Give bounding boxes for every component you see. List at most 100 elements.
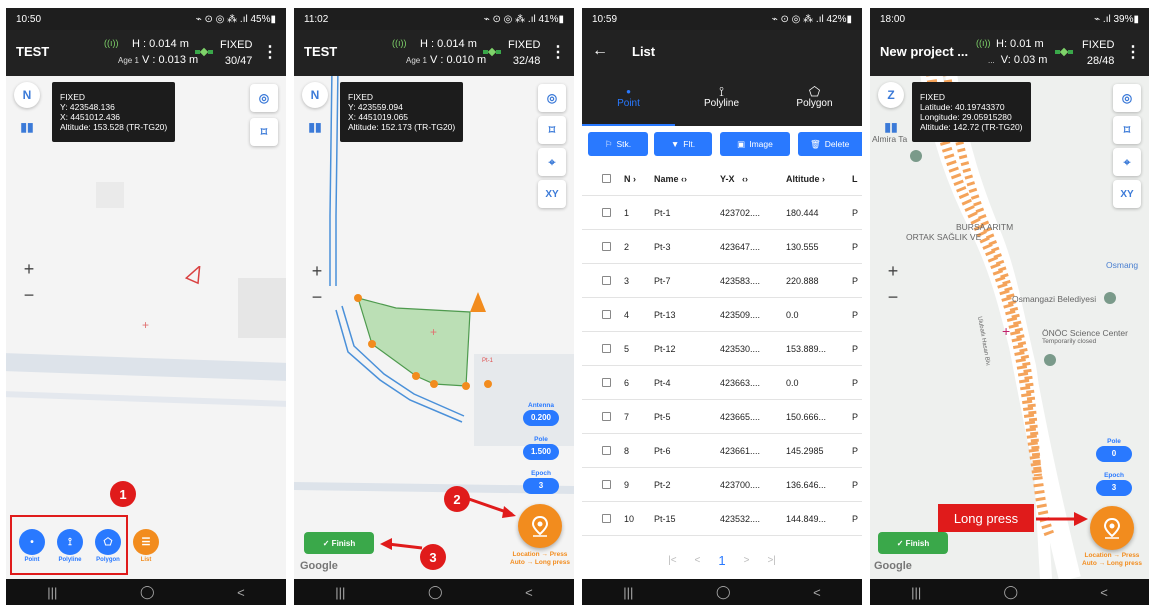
row-checkbox[interactable] [602, 502, 611, 535]
col-name[interactable]: Name ‹› [654, 162, 687, 195]
recent-apps-icon[interactable]: ||| [911, 585, 921, 600]
home-icon[interactable]: ◯ [140, 584, 155, 600]
table-row[interactable]: 6 Pt-4 423663.... 0.0 P [582, 366, 862, 400]
row-checkbox[interactable] [602, 400, 611, 433]
finish-button[interactable]: ✓ Finish [304, 532, 374, 554]
map-view[interactable]: + Almira Ta BURSA ARITM ORTAK SAĞLIK VE … [870, 76, 1149, 579]
recent-apps-icon[interactable]: ||| [47, 585, 57, 600]
filter-button[interactable]: ▼ Flt. [654, 132, 712, 156]
delete-button[interactable]: 🗑 Delete [798, 132, 862, 156]
compass-icon[interactable]: N [302, 82, 328, 108]
table-row[interactable]: 1 Pt-1 423702.... 180.444 P [582, 196, 862, 230]
finish-button[interactable]: ✓ Finish [878, 532, 948, 554]
vertex-point[interactable] [430, 380, 438, 388]
collect-location-button[interactable] [1090, 506, 1134, 550]
table-row[interactable]: 3 Pt-7 423583.... 220.888 P [582, 264, 862, 298]
fit-screen-icon[interactable]: ⌑ [1113, 116, 1141, 144]
add-point-marker-icon[interactable]: ⌖ [538, 148, 566, 176]
pole-chip[interactable]: 0 [1096, 446, 1132, 462]
zoom-in-button[interactable]: + [304, 258, 330, 284]
home-icon[interactable]: ◯ [716, 584, 731, 600]
next-page-button[interactable]: > [744, 555, 750, 566]
pole-chip[interactable]: 1.500 [523, 444, 559, 460]
map-layers-icon[interactable]: ▮▮ [878, 114, 904, 140]
row-checkbox[interactable] [602, 332, 611, 365]
col-last[interactable]: L [852, 162, 858, 195]
overflow-menu-icon[interactable]: ⋮ [1125, 42, 1141, 62]
first-page-button[interactable]: |< [668, 555, 676, 566]
fit-screen-icon[interactable]: ⌑ [538, 116, 566, 144]
vertex-point[interactable] [462, 382, 470, 390]
table-row[interactable]: 2 Pt-3 423647.... 130.555 P [582, 230, 862, 264]
compass-icon[interactable]: Z [878, 82, 904, 108]
col-altitude[interactable]: Altitude › [786, 162, 825, 195]
prev-page-button[interactable]: < [695, 555, 701, 566]
epoch-chip[interactable]: 3 [1096, 480, 1132, 496]
row-checkbox[interactable] [602, 366, 611, 399]
back-icon[interactable]: < [525, 585, 533, 600]
row-checkbox[interactable] [602, 230, 611, 263]
back-icon[interactable]: < [813, 585, 821, 600]
map-layers-icon[interactable]: ▮▮ [302, 114, 328, 140]
zoom-out-button[interactable]: − [16, 282, 42, 308]
row-checkbox[interactable] [602, 434, 611, 467]
row-checkbox[interactable] [602, 298, 611, 331]
table-row[interactable]: 7 Pt-5 423665.... 150.666... P [582, 400, 862, 434]
recent-apps-icon[interactable]: ||| [623, 585, 633, 600]
table-row[interactable]: 9 Pt-2 423700.... 136.646... P [582, 468, 862, 502]
select-all-checkbox[interactable] [602, 162, 611, 195]
polyline-tool-button[interactable]: ⟟ Polyline [56, 529, 84, 563]
table-row[interactable]: 8 Pt-6 423661.... 145.2985 P [582, 434, 862, 468]
tab-polyline[interactable]: ⟟ Polyline [675, 76, 768, 126]
epoch-chip[interactable]: 3 [523, 478, 559, 494]
xy-button[interactable]: XY [538, 180, 566, 208]
vertex-point[interactable] [368, 340, 376, 348]
current-page[interactable]: 1 [718, 553, 725, 568]
my-location-icon[interactable]: ◎ [1113, 84, 1141, 112]
vertex-point[interactable] [354, 294, 362, 302]
tab-polygon[interactable]: ⬠ Polygon [768, 76, 861, 126]
poi-marker[interactable] [1044, 354, 1056, 366]
home-icon[interactable]: ◯ [428, 584, 443, 600]
row-checkbox[interactable] [602, 196, 611, 229]
zoom-in-button[interactable]: + [880, 258, 906, 284]
recent-apps-icon[interactable]: ||| [335, 585, 345, 600]
map-layers-icon[interactable]: ▮▮ [14, 114, 40, 140]
zoom-in-button[interactable]: + [16, 256, 42, 282]
back-arrow-icon[interactable]: ← [592, 42, 608, 60]
row-checkbox[interactable] [602, 468, 611, 501]
table-row[interactable]: 10 Pt-15 423532.... 144.849... P [582, 502, 862, 536]
table-row[interactable]: 4 Pt-13 423509.... 0.0 P [582, 298, 862, 332]
col-no[interactable]: N › [624, 162, 636, 195]
overflow-menu-icon[interactable]: ⋮ [262, 42, 278, 62]
poi-marker[interactable] [910, 150, 922, 162]
my-location-icon[interactable]: ◎ [538, 84, 566, 112]
vertex-point[interactable] [412, 372, 420, 380]
my-location-icon[interactable]: ◎ [250, 84, 278, 112]
fit-screen-icon[interactable]: ⌑ [250, 118, 278, 146]
back-icon[interactable]: < [237, 585, 245, 600]
overflow-menu-icon[interactable]: ⋮ [550, 42, 566, 62]
list-button[interactable]: ☰ List [132, 529, 160, 563]
point-tool-button[interactable]: • Point [18, 529, 46, 563]
tab-point[interactable]: • Point [582, 76, 675, 126]
image-button[interactable]: ▣ Image [720, 132, 790, 156]
antenna-chip[interactable]: 0.200 [523, 410, 559, 426]
poi-marker[interactable] [1104, 292, 1116, 304]
back-icon[interactable]: < [1100, 585, 1108, 600]
add-point-marker-icon[interactable]: ⌖ [1113, 148, 1141, 176]
polygon-tool-button[interactable]: ⬠ Polygon [94, 529, 122, 563]
xy-button[interactable]: XY [1113, 180, 1141, 208]
home-icon[interactable]: ◯ [1003, 584, 1018, 600]
zoom-out-button[interactable]: − [304, 284, 330, 310]
last-page-button[interactable]: >| [767, 555, 775, 566]
zoom-out-button[interactable]: − [880, 284, 906, 310]
map-view[interactable]: + Pt-1 N ▮▮ FIXED Y: 423559.094 X: 44510… [294, 76, 574, 579]
stakeout-button[interactable]: ⚐ Stk. [588, 132, 648, 156]
collect-location-button[interactable] [518, 504, 562, 548]
map-view[interactable]: N ▮▮ FIXED Y: 423548.136 X: 4451012.436 … [6, 76, 286, 579]
col-yx[interactable]: Y-X ‹› [720, 162, 748, 195]
point-pt1-marker[interactable] [484, 380, 492, 388]
compass-icon[interactable]: N [14, 82, 40, 108]
row-checkbox[interactable] [602, 264, 611, 297]
